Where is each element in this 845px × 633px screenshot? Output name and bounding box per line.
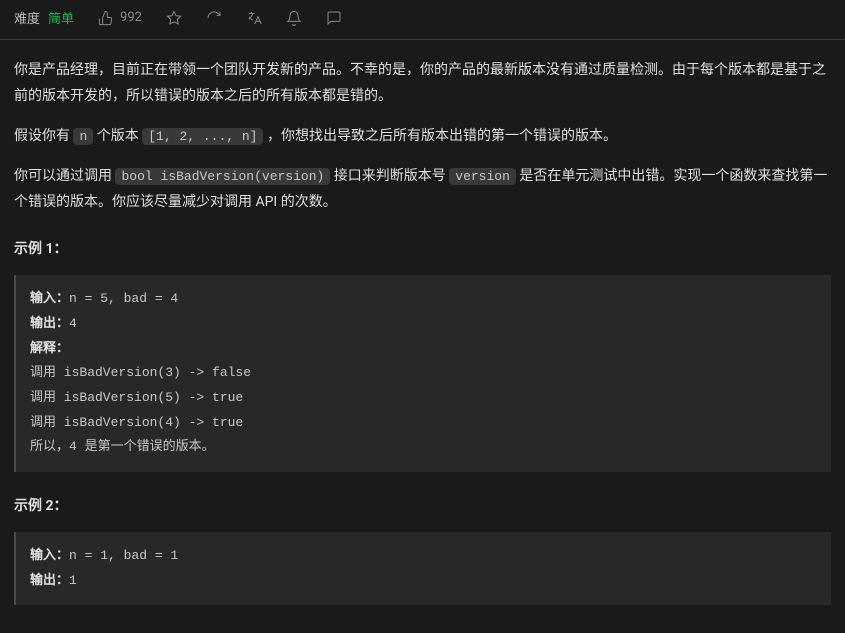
inline-code: n <box>73 128 93 145</box>
example-1-title: 示例 1： <box>14 237 831 263</box>
paragraph-1: 你是产品经理，目前正在带领一个团队开发新的产品。不幸的是，你的产品的最新版本没有… <box>14 58 831 110</box>
favorite-button[interactable] <box>166 10 182 26</box>
inline-code: [1, 2, ..., n] <box>142 128 263 145</box>
difficulty-value: 简单 <box>48 8 74 27</box>
bell-icon <box>286 10 302 26</box>
inline-code: version <box>449 168 516 185</box>
message-icon <box>326 10 342 26</box>
translate-button[interactable] <box>246 10 262 26</box>
example-2-block: 输入：n = 1, bad = 1 输出：1 <box>14 532 831 605</box>
like-button[interactable]: 992 <box>98 10 142 26</box>
difficulty-label: 难度 <box>14 8 40 27</box>
problem-header: 难度 简单 992 <box>0 0 845 40</box>
share-button[interactable] <box>206 10 222 26</box>
star-icon <box>166 10 182 26</box>
inline-code: bool isBadVersion(version) <box>115 168 330 185</box>
thumbs-up-icon <box>98 10 114 26</box>
example-2-title: 示例 2： <box>14 494 831 520</box>
feedback-button[interactable] <box>326 10 342 26</box>
like-count: 992 <box>120 10 142 25</box>
share-icon <box>206 10 222 26</box>
example-1-block: 输入：n = 5, bad = 4 输出：4 解释： 调用 isBadVersi… <box>14 275 831 472</box>
notification-button[interactable] <box>286 10 302 26</box>
problem-content: 你是产品经理，目前正在带领一个团队开发新的产品。不幸的是，你的产品的最新版本没有… <box>0 40 845 633</box>
paragraph-2: 假设你有 n 个版本 [1, 2, ..., n] ，你想找出导致之后所有版本出… <box>14 124 831 150</box>
paragraph-3: 你可以通过调用 bool isBadVersion(version) 接口来判断… <box>14 164 831 216</box>
translate-icon <box>246 10 262 26</box>
